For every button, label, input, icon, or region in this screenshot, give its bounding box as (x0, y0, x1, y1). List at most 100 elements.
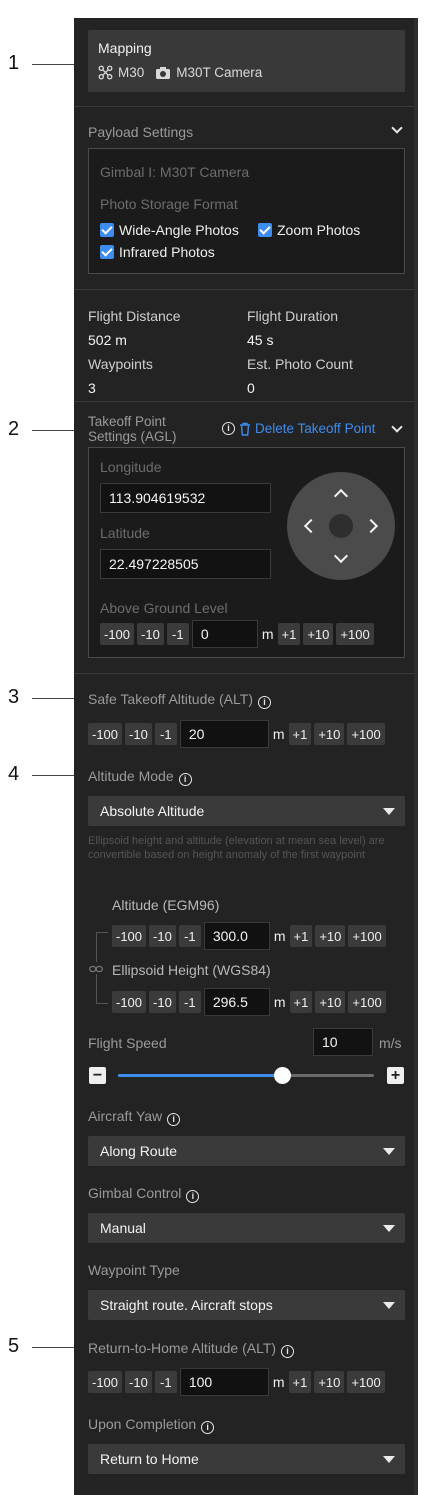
flight-speed-input[interactable]: 10 (313, 1028, 373, 1056)
minus-100-button[interactable]: -100 (112, 925, 147, 947)
flight-distance-value: 502 m (88, 332, 127, 348)
flight-speed-label: Flight Speed (88, 1035, 167, 1051)
caret-down-icon (383, 1456, 395, 1463)
minus-100-button[interactable]: -100 (88, 1371, 123, 1393)
arrow-up-icon[interactable] (333, 488, 349, 504)
info-icon[interactable]: i (167, 1113, 181, 1126)
plus-100-button[interactable]: +100 (348, 991, 386, 1013)
altitude-mode-select[interactable]: Absolute Altitude (88, 796, 405, 826)
info-icon[interactable]: i (186, 1190, 200, 1203)
minus-10-button[interactable]: -10 (149, 925, 176, 947)
divider (74, 401, 414, 402)
waypoint-type-select[interactable]: Straight route. Aircraft stops (88, 1290, 405, 1320)
checkbox-checked-icon (258, 223, 272, 237)
flight-duration-value: 45 s (247, 332, 274, 348)
minus-10-button[interactable]: -10 (125, 723, 152, 745)
delete-takeoff-point-link[interactable]: Delete Takeoff Point (255, 421, 375, 436)
plus-10-button[interactable]: +10 (315, 991, 346, 1013)
latitude-input[interactable]: 22.497228505 (100, 549, 271, 579)
info-icon[interactable]: i (201, 1421, 215, 1434)
egm96-input[interactable]: 300.0 (203, 922, 270, 950)
takeoff-point-label: Takeoff Point Settings (AGL) (88, 414, 177, 444)
position-joystick[interactable] (287, 472, 395, 580)
minus-10-button[interactable]: -10 (137, 623, 164, 645)
wide-angle-checkbox[interactable]: Wide-Angle Photos (100, 222, 239, 238)
plus-100-button[interactable]: +100 (347, 723, 385, 745)
plus-100-button[interactable]: +100 (348, 925, 386, 947)
arrow-right-icon[interactable] (363, 518, 379, 534)
slider-handle[interactable] (273, 1067, 291, 1084)
camera-icon (156, 66, 171, 79)
info-icon[interactable]: i (222, 422, 235, 435)
unit-label: m (261, 626, 274, 642)
panel-scrollbar[interactable] (414, 18, 418, 1495)
minus-100-button[interactable]: -100 (112, 991, 147, 1013)
trash-icon[interactable] (239, 422, 251, 436)
wgs84-stepper: -100 -10 -1 296.5 m +1 +10 +100 (112, 988, 389, 1016)
gimbal-control-select[interactable]: Manual (88, 1213, 405, 1243)
waypoints-label: Waypoints (88, 356, 153, 372)
speed-decrease-button[interactable]: − (89, 1067, 106, 1084)
rth-altitude-input[interactable]: 100 (179, 1368, 269, 1396)
rth-altitude-label: Return-to-Home Altitude (ALT) i (88, 1340, 295, 1358)
plus-1-button[interactable]: +1 (289, 991, 313, 1013)
plus-10-button[interactable]: +10 (314, 723, 345, 745)
info-icon[interactable]: i (258, 696, 271, 709)
unit-label: m (273, 928, 286, 944)
minus-1-button[interactable]: -1 (166, 623, 189, 645)
speed-unit-label: m/s (379, 1035, 402, 1051)
drone-icon (98, 65, 113, 80)
plus-1-button[interactable]: +1 (288, 723, 312, 745)
plus-1-button[interactable]: +1 (277, 623, 301, 645)
aircraft-yaw-label: Aircraft Yaw i (88, 1108, 181, 1126)
gimbal-control-label: Gimbal Control i (88, 1185, 200, 1203)
minus-1-button[interactable]: -1 (178, 991, 201, 1013)
agl-input[interactable]: 0 (191, 620, 258, 648)
divider (74, 673, 414, 674)
delete-takeoff-group: i Delete Takeoff Point (222, 421, 375, 436)
unit-label: m (272, 726, 285, 742)
mission-device-row: M30 M30T Camera (98, 65, 262, 80)
longitude-label: Longitude (100, 459, 162, 475)
mission-card[interactable]: Mapping M30 M30T Camera (88, 30, 405, 92)
wgs84-input[interactable]: 296.5 (203, 988, 270, 1016)
plus-1-button[interactable]: +1 (288, 1371, 312, 1393)
checkbox-checked-icon (100, 245, 114, 259)
photo-count-label: Est. Photo Count (247, 356, 353, 372)
minus-1-button[interactable]: -1 (178, 925, 201, 947)
waypoints-value: 3 (88, 380, 96, 396)
flight-speed-slider[interactable] (118, 1067, 374, 1084)
aircraft-yaw-select[interactable]: Along Route (88, 1136, 405, 1166)
minus-10-button[interactable]: -10 (149, 991, 176, 1013)
info-icon[interactable]: i (178, 773, 192, 786)
drone-model: M30 (118, 65, 145, 80)
zoom-photos-checkbox[interactable]: Zoom Photos (258, 222, 360, 238)
link-icon[interactable] (89, 962, 103, 974)
info-icon[interactable]: i (281, 1345, 295, 1358)
plus-10-button[interactable]: +10 (303, 623, 334, 645)
rth-altitude-stepper: -100 -10 -1 100 m +1 +10 +100 (88, 1368, 388, 1396)
flight-duration-label: Flight Duration (247, 308, 339, 324)
safe-takeoff-label: Safe Takeoff Altitude (ALT) i (88, 691, 271, 709)
upon-completion-select[interactable]: Return to Home (88, 1444, 405, 1474)
minus-1-button[interactable]: -1 (154, 723, 177, 745)
safe-takeoff-input[interactable]: 20 (179, 720, 269, 748)
plus-10-button[interactable]: +10 (314, 1371, 345, 1393)
plus-1-button[interactable]: +1 (289, 925, 313, 947)
longitude-input[interactable]: 113.904619532 (100, 483, 271, 513)
minus-100-button[interactable]: -100 (100, 623, 135, 645)
plus-100-button[interactable]: +100 (336, 623, 374, 645)
infrared-photos-checkbox[interactable]: Infrared Photos (100, 244, 215, 260)
minus-100-button[interactable]: -100 (88, 723, 123, 745)
unit-label: m (272, 1374, 285, 1390)
arrow-left-icon[interactable] (303, 518, 319, 534)
slider-fill (118, 1074, 282, 1077)
plus-100-button[interactable]: +100 (347, 1371, 385, 1393)
arrow-down-icon[interactable] (333, 548, 349, 564)
plus-10-button[interactable]: +10 (315, 925, 346, 947)
altitude-mode-label: Altitude Mode i (88, 768, 192, 786)
minus-1-button[interactable]: -1 (154, 1371, 177, 1393)
joystick-center[interactable] (329, 514, 353, 538)
minus-10-button[interactable]: -10 (125, 1371, 152, 1393)
speed-increase-button[interactable]: + (387, 1067, 404, 1084)
